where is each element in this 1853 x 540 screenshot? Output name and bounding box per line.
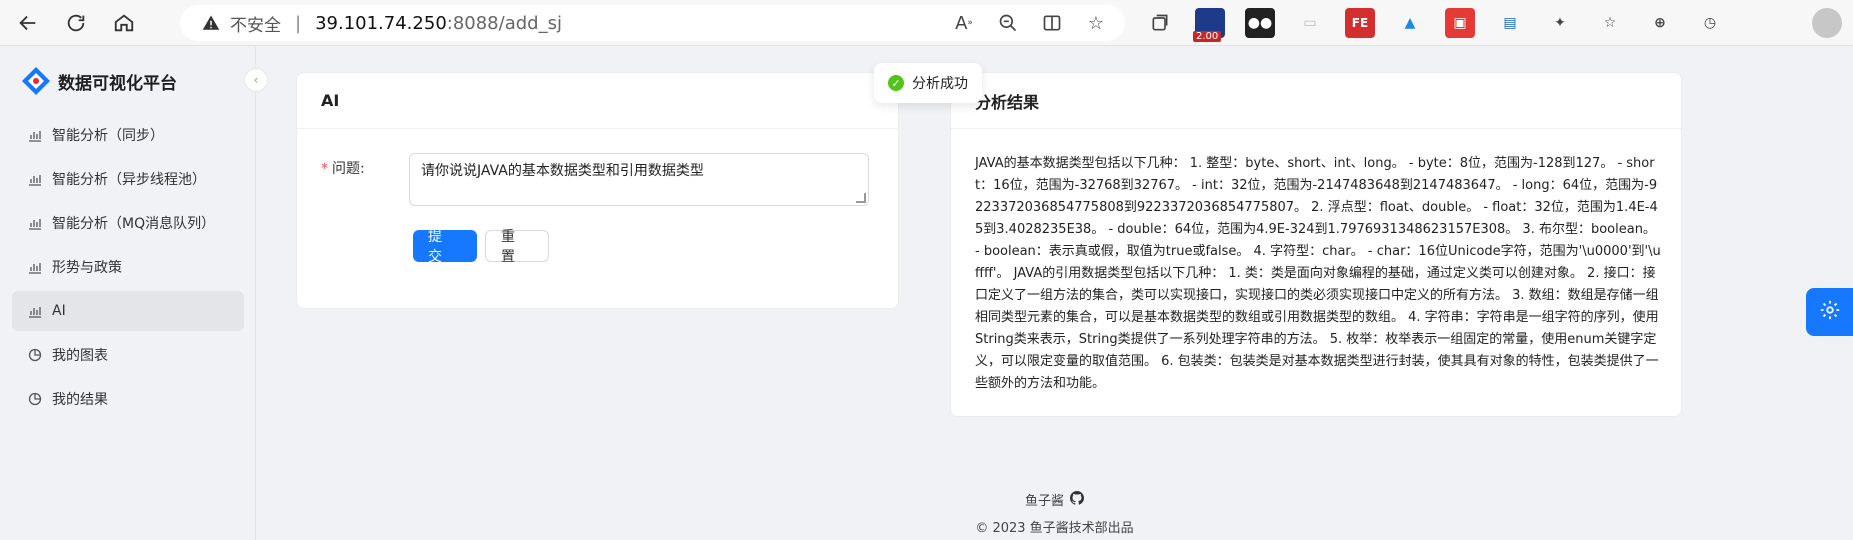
analysis-result-card: 分析结果 JAVA的基本数据类型包括以下几种： 1. 整型：byte、short…: [950, 72, 1682, 417]
reload-icon[interactable]: [56, 3, 96, 43]
question-form-row: * 问题: 请你说说JAVA的基本数据类型和引用数据类型: [321, 153, 869, 206]
sidebar-item-label: 形势与政策: [52, 260, 122, 276]
extension-badge: 2.00: [1193, 31, 1222, 42]
gear-icon: [1819, 299, 1841, 325]
settings-button[interactable]: [1806, 288, 1853, 336]
footer-copyright: © 2023 鱼子酱技术部出品: [975, 521, 1134, 536]
collapse-sidebar-button[interactable]: ‹: [244, 68, 268, 92]
extension-glasses-icon[interactable]: ●●: [1245, 8, 1275, 38]
github-icon[interactable]: [1070, 490, 1084, 509]
sidebar-item-my-charts[interactable]: 我的图表: [12, 335, 244, 375]
success-toast: ✓ 分析成功: [874, 63, 982, 103]
question-label-wrap: * 问题:: [321, 153, 409, 206]
sidebar-item-label: 智能分析（同步）: [52, 128, 164, 144]
address-bar[interactable]: 不安全 | 39.101.74.250:8088/add_sj A» ☆: [180, 5, 1125, 41]
sidebar-item-sync-analysis[interactable]: 智能分析（同步）: [12, 115, 244, 155]
home-icon[interactable]: [104, 3, 144, 43]
extension-blue-icon[interactable]: ▤: [1495, 8, 1525, 38]
sidebar-item-my-results[interactable]: 我的结果: [12, 379, 244, 419]
separator: |: [295, 12, 302, 34]
sidebar-item-label: 我的结果: [52, 392, 108, 408]
warning-icon: [202, 14, 220, 32]
extensions-puzzle-icon[interactable]: ✦: [1545, 8, 1575, 38]
pie-chart-icon: [28, 348, 42, 362]
sidebar-item-label: 我的图表: [52, 348, 108, 364]
sidebar-item-ai[interactable]: AI: [12, 291, 244, 331]
required-mark: *: [321, 161, 328, 177]
url-path: :8088/add_sj: [446, 12, 562, 34]
favorite-star-icon[interactable]: ☆: [1085, 12, 1107, 34]
reset-button[interactable]: 重置: [485, 229, 549, 265]
extension-speed-icon[interactable]: 2.00: [1193, 8, 1225, 42]
question-value: 请你说说JAVA的基本数据类型和引用数据类型: [421, 163, 704, 179]
form-buttons: 提交 重置: [413, 229, 549, 265]
browser-toolbar: 不安全 | 39.101.74.250:8088/add_sj A» ☆ 2.0…: [0, 0, 1853, 46]
zoom-out-icon[interactable]: [997, 12, 1019, 34]
logo-icon: [20, 65, 52, 97]
back-icon[interactable]: [8, 3, 48, 43]
bar-chart-icon: [28, 128, 42, 142]
sidebar-item-label: AI: [52, 303, 66, 319]
submit-button[interactable]: 提交: [413, 229, 477, 265]
footer: 鱼子酱 © 2023 鱼子酱技术部出品: [256, 490, 1853, 536]
split-screen-icon[interactable]: [1041, 12, 1063, 34]
question-textarea[interactable]: 请你说说JAVA的基本数据类型和引用数据类型: [409, 153, 869, 206]
extension-fe-icon[interactable]: FE: [1345, 8, 1375, 38]
sidebar-item-mq-analysis[interactable]: 智能分析（MQ消息队列）: [12, 203, 244, 243]
url-host: 39.101.74.250: [315, 12, 447, 34]
ai-form-card: AI * 问题: 请你说说JAVA的基本数据类型和引用数据类型 提交 重置: [296, 72, 899, 309]
logo[interactable]: 数据可视化平台: [20, 65, 177, 97]
sidebar-item-label: 智能分析（异步线程池）: [52, 172, 206, 188]
history-icon[interactable]: ◷: [1695, 8, 1725, 38]
check-circle-icon: ✓: [888, 75, 904, 91]
read-aloud-icon[interactable]: A»: [953, 12, 975, 34]
profile-avatar[interactable]: [1812, 8, 1842, 38]
tab-actions-icon[interactable]: ⊕: [1645, 8, 1675, 38]
result-text: JAVA的基本数据类型包括以下几种： 1. 整型：byte、short、int、…: [975, 156, 1661, 391]
sidebar-item-policy[interactable]: 形势与政策: [12, 247, 244, 287]
resize-handle-icon[interactable]: [856, 193, 866, 203]
bar-chart-icon: [28, 172, 42, 186]
bar-chart-icon: [28, 216, 42, 230]
sidebar-menu: 智能分析（同步） 智能分析（异步线程池） 智能分析（MQ消息队列） 形势与政策 …: [12, 115, 244, 423]
collections-icon[interactable]: [1145, 8, 1175, 38]
toast-message: 分析成功: [912, 76, 968, 92]
footer-author[interactable]: 鱼子酱: [1025, 490, 1064, 509]
sidebar: 数据可视化平台 ‹ 智能分析（同步） 智能分析（异步线程池） 智能分析（MQ消息…: [0, 47, 268, 540]
form-card-title: AI: [297, 73, 898, 129]
bar-chart-icon: [28, 260, 42, 274]
extension-bird-icon[interactable]: ▲: [1395, 8, 1425, 38]
pie-chart-icon: [28, 392, 42, 406]
sidebar-item-async-analysis[interactable]: 智能分析（异步线程池）: [12, 159, 244, 199]
sidebar-item-label: 智能分析（MQ消息队列）: [52, 216, 216, 232]
insecure-label: 不安全: [230, 15, 281, 36]
extension-red-icon[interactable]: ▣: [1445, 8, 1475, 38]
app-title: 数据可视化平台: [58, 73, 177, 94]
favorites-icon[interactable]: ☆: [1595, 8, 1625, 38]
result-card-title: 分析结果: [951, 73, 1681, 129]
extension-device-icon[interactable]: ▭: [1295, 8, 1325, 38]
bar-chart-icon: [28, 304, 42, 318]
question-label: 问题:: [332, 161, 365, 177]
